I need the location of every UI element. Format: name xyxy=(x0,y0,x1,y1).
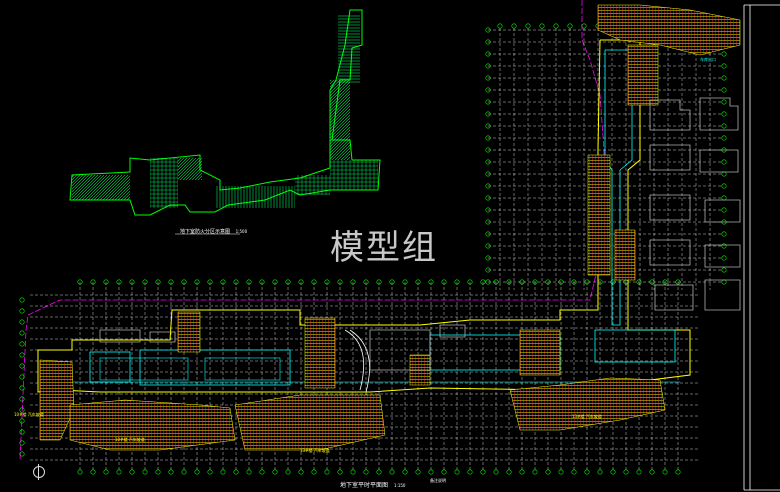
axis-bubble xyxy=(285,469,291,475)
floor-plan-title-text: 地下室平时平面图 xyxy=(340,482,389,489)
axis-bubble xyxy=(519,469,525,475)
axis-bubble xyxy=(259,469,265,475)
axis-bubble xyxy=(480,469,486,475)
axis-bubble xyxy=(220,469,226,475)
axis-bubble xyxy=(19,308,25,314)
axis-bubble xyxy=(350,469,356,475)
axis-bubble xyxy=(662,469,668,475)
room-label: 10#楼 汽车坡道 xyxy=(14,412,44,417)
axis-bubble xyxy=(19,385,25,391)
axis-bubble xyxy=(584,469,590,475)
axis-bubble xyxy=(389,469,395,475)
fire-partition-scale: 1:500 xyxy=(235,229,248,234)
axis-bubble xyxy=(311,469,317,475)
axis-bubble xyxy=(721,51,727,57)
fire-partition-diagram xyxy=(69,9,381,235)
axis-bubble xyxy=(19,396,25,402)
axis-bubble xyxy=(207,469,213,475)
axis-bubble xyxy=(19,429,25,435)
axis-bubble xyxy=(116,469,122,475)
axis-bubble xyxy=(506,469,512,475)
axis-bubble xyxy=(581,23,587,29)
axis-bubble xyxy=(376,469,382,475)
axis-bubble xyxy=(168,469,174,475)
room-label: 13#楼 汽车坡道 xyxy=(300,448,330,453)
axis-bubble xyxy=(19,297,25,303)
floor-plan-scale: 1:150 xyxy=(393,483,406,488)
axis-bubble xyxy=(649,469,655,475)
axis-bubble xyxy=(103,469,109,475)
axis-bubble xyxy=(428,469,434,475)
axis-bubble xyxy=(497,23,503,29)
axis-bubble xyxy=(539,23,545,29)
axis-bubble xyxy=(721,87,727,93)
axis-bubble xyxy=(610,469,616,475)
notes-label: 备注说明 xyxy=(430,478,446,483)
axis-bubble xyxy=(571,469,577,475)
axis-bubble xyxy=(721,207,727,213)
axis-bubble xyxy=(721,267,727,273)
room-label: 13#楼 汽车坡道 xyxy=(572,414,602,419)
axis-bubble xyxy=(675,469,681,475)
axis-bubble xyxy=(467,469,473,475)
axis-bubble xyxy=(721,255,727,261)
axis-bubble xyxy=(532,469,538,475)
axis-bubble xyxy=(19,319,25,325)
axis-bubble xyxy=(553,23,559,29)
axis-bubble xyxy=(636,469,642,475)
axis-bubble xyxy=(545,469,551,475)
axis-bubble xyxy=(441,469,447,475)
axis-bubble xyxy=(721,63,727,69)
axis-bubble xyxy=(19,440,25,446)
axis-bubble xyxy=(233,469,239,475)
axis-bubble xyxy=(567,23,573,29)
room-label: 10#楼 汽车坡道 xyxy=(115,437,145,442)
axis-bubble xyxy=(272,469,278,475)
axis-bubble xyxy=(721,231,727,237)
axis-bubble xyxy=(19,341,25,347)
axis-bubble xyxy=(721,75,727,81)
axis-bubble xyxy=(155,469,161,475)
axis-bubble xyxy=(721,99,727,105)
axis-bubble xyxy=(721,243,727,249)
floor-plan-title: 地下室平时平面图 1:150 xyxy=(340,480,405,489)
north-arrow-icon xyxy=(33,464,45,480)
axis-bubble xyxy=(363,469,369,475)
axis-bubble xyxy=(19,363,25,369)
axis-bubble xyxy=(324,469,330,475)
axis-bubble xyxy=(90,469,96,475)
axis-bubble xyxy=(721,135,727,141)
axis-bubble xyxy=(402,469,408,475)
axis-bubble xyxy=(493,469,499,475)
axis-bubble xyxy=(721,111,727,117)
axis-bubble xyxy=(623,469,629,475)
drawing-frame xyxy=(743,4,780,491)
axis-bubble xyxy=(721,195,727,201)
axis-bubble xyxy=(454,469,460,475)
axis-bubble xyxy=(721,123,727,129)
axis-bubble xyxy=(19,352,25,358)
axis-bubble xyxy=(721,171,727,177)
axis-bubble xyxy=(19,330,25,336)
axis-bubble xyxy=(511,23,517,29)
axis-bubble xyxy=(194,469,200,475)
axis-bubble xyxy=(142,469,148,475)
axis-bubble xyxy=(558,469,564,475)
axis-bubble xyxy=(181,469,187,475)
axis-bubble xyxy=(721,279,727,285)
axis-bubble xyxy=(246,469,252,475)
axis-bubble xyxy=(129,469,135,475)
axis-bubble xyxy=(415,469,421,475)
fire-partition-title: 地下室防火分区示意图 1:500 xyxy=(180,228,247,235)
axis-bubble xyxy=(721,159,727,165)
axis-bubble xyxy=(337,469,343,475)
fire-partition-title-text: 地下室防火分区示意图 xyxy=(180,229,231,235)
axis-bubble xyxy=(597,469,603,475)
axis-bubble xyxy=(525,23,531,29)
axis-bubble xyxy=(721,183,727,189)
axis-bubble xyxy=(298,469,304,475)
watermark-text: 模型组 xyxy=(330,228,438,268)
axis-bubble xyxy=(77,469,83,475)
room-label: 车库出口 xyxy=(700,57,716,62)
